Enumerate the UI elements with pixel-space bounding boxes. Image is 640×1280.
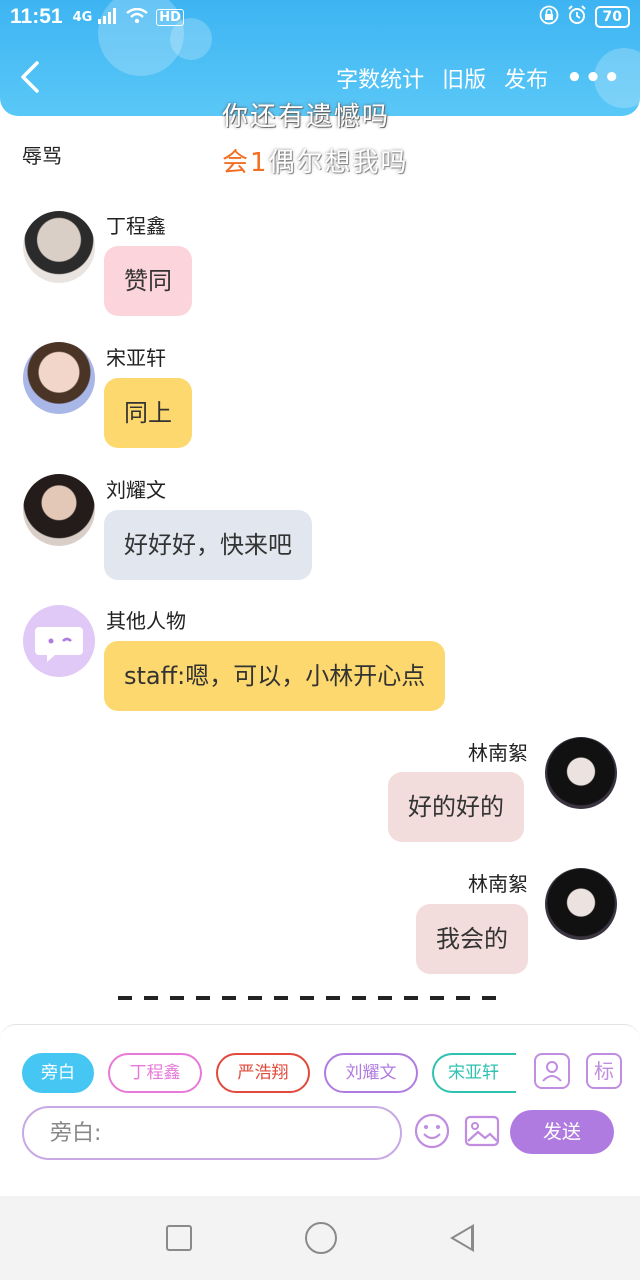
avatar[interactable]	[23, 474, 95, 546]
message-bubble[interactable]: 好好好，快来吧	[104, 510, 312, 580]
recent-apps-icon[interactable]	[166, 1225, 193, 1251]
home-icon[interactable]	[304, 1222, 337, 1254]
lock-icon	[539, 5, 559, 30]
battery-indicator: 70	[594, 6, 630, 28]
header-actions: 字数统计 旧版 发布 •••	[336, 62, 622, 94]
role-chip[interactable]: 刘耀文	[324, 1053, 418, 1093]
old-version-button[interactable]: 旧版	[442, 62, 486, 94]
narration-text: 辱骂	[22, 144, 62, 168]
alarm-icon	[567, 4, 587, 30]
message-bubble[interactable]: 我会的	[416, 904, 528, 974]
sender-name: 宋亚轩	[106, 346, 166, 370]
smiley-icon	[414, 1113, 450, 1149]
overlay-caption-line2: 会1偶尔想我吗	[222, 142, 409, 179]
system-nav-bar	[0, 1196, 640, 1280]
avatar[interactable]	[545, 737, 617, 809]
tag-button[interactable]: 标	[586, 1053, 622, 1089]
chevron-left-icon	[21, 61, 39, 93]
overlay-caption-line1: 你还有遗憾吗	[222, 102, 391, 132]
role-chip-narrator[interactable]: 旁白	[22, 1053, 94, 1093]
sender-name: 丁程鑫	[106, 214, 166, 238]
sender-name: 林南絮	[468, 872, 528, 896]
overlay-accent-text: 会1	[222, 148, 269, 178]
avatar[interactable]	[23, 211, 95, 283]
status-bar: 11:51 4G HD 70	[0, 0, 640, 34]
send-button[interactable]: 发送	[510, 1110, 614, 1154]
person-icon	[542, 1061, 562, 1082]
avatar[interactable]	[23, 605, 95, 677]
signal-icon	[98, 5, 118, 29]
publish-button[interactable]: 发布	[504, 62, 548, 94]
message-bubble[interactable]: 好的好的	[388, 772, 524, 842]
message-bubble[interactable]: staff:嗯，可以，小林开心点	[104, 641, 446, 711]
avatar[interactable]	[23, 342, 95, 414]
emoji-button[interactable]	[412, 1112, 452, 1152]
wifi-icon	[126, 5, 149, 29]
status-time: 11:51	[10, 5, 63, 28]
word-count-button[interactable]: 字数统计	[336, 62, 424, 94]
network-type: 4G	[72, 9, 93, 25]
image-icon	[464, 1115, 500, 1147]
image-button[interactable]	[462, 1112, 502, 1152]
back-button[interactable]	[18, 60, 54, 100]
role-chip[interactable]: 严浩翔	[216, 1053, 310, 1093]
overlay-rest-text: 偶尔想我吗	[268, 148, 409, 178]
message-bubble[interactable]: 同上	[104, 378, 192, 448]
sender-name: 其他人物	[106, 609, 186, 633]
hd-indicator: HD	[156, 8, 184, 26]
role-chip[interactable]: 丁程鑫	[108, 1053, 202, 1093]
avatar[interactable]	[545, 868, 617, 940]
character-settings-button[interactable]	[534, 1053, 570, 1089]
more-icon[interactable]: •••	[566, 63, 622, 93]
message-bubble[interactable]: 赞同	[104, 246, 192, 316]
back-icon[interactable]	[449, 1224, 474, 1252]
role-chip[interactable]: 宋亚轩	[432, 1053, 516, 1093]
sender-name: 林南絮	[468, 741, 528, 765]
chat-bubble-icon	[35, 627, 83, 662]
message-input[interactable]	[22, 1106, 402, 1160]
sender-name: 刘耀文	[106, 478, 166, 502]
scroll-end-divider	[118, 996, 508, 1000]
